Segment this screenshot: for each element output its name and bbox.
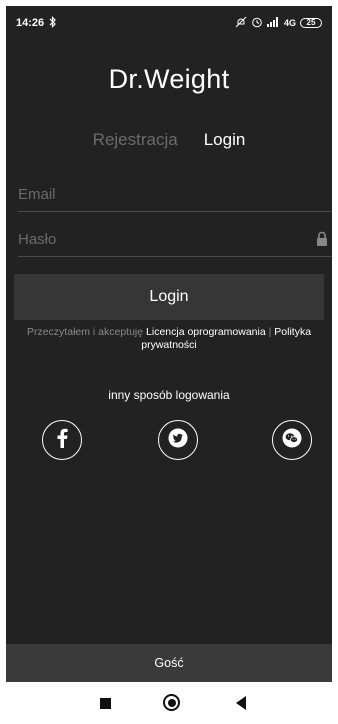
battery-icon: 25 — [300, 18, 322, 28]
mute-icon — [235, 16, 247, 30]
signal-icon — [266, 17, 280, 29]
guest-login-button[interactable]: Gość — [6, 644, 332, 682]
back-icon[interactable] — [236, 696, 246, 710]
tab-login[interactable]: Login — [204, 130, 246, 154]
wechat-login-button[interactable] — [272, 420, 312, 460]
app-title: Dr.Weight — [108, 64, 230, 94]
alarm-icon — [251, 16, 263, 30]
recents-icon[interactable] — [100, 698, 111, 709]
network-type: 4G — [283, 18, 296, 28]
alt-login-label: inny sposób logowania — [108, 388, 230, 402]
facebook-login-button[interactable] — [42, 420, 82, 460]
twitter-login-button[interactable] — [158, 420, 198, 460]
lock-icon — [316, 231, 328, 247]
system-nav-bar — [0, 682, 338, 724]
license-link[interactable]: Licencja oprogramowania — [146, 326, 266, 338]
wechat-icon — [281, 428, 303, 453]
twitter-icon — [168, 428, 188, 453]
terms-separator: | — [268, 326, 272, 338]
tab-register[interactable]: Rejestracja — [93, 130, 178, 154]
home-icon[interactable] — [163, 694, 180, 711]
password-input[interactable] — [18, 223, 332, 256]
terms-prefix: Przeczytałem i akceptuję — [26, 326, 144, 338]
terms-text: Przeczytałem i akceptuję Licencja oprogr… — [20, 326, 318, 352]
app-screen: 14:26 4G 25 Dr.Weight Rejestracja Login — [6, 6, 332, 682]
status-time: 14:26 — [16, 17, 45, 29]
login-button[interactable]: Login — [14, 274, 324, 320]
password-field-container — [18, 223, 332, 257]
facebook-icon — [56, 428, 68, 453]
battery-level: 25 — [306, 18, 316, 27]
email-field-container — [18, 178, 332, 212]
bluetooth-icon — [49, 15, 57, 31]
auth-tabs: Rejestracja Login — [6, 130, 332, 154]
email-input[interactable] — [18, 178, 332, 211]
status-bar: 14:26 4G 25 — [6, 6, 332, 40]
